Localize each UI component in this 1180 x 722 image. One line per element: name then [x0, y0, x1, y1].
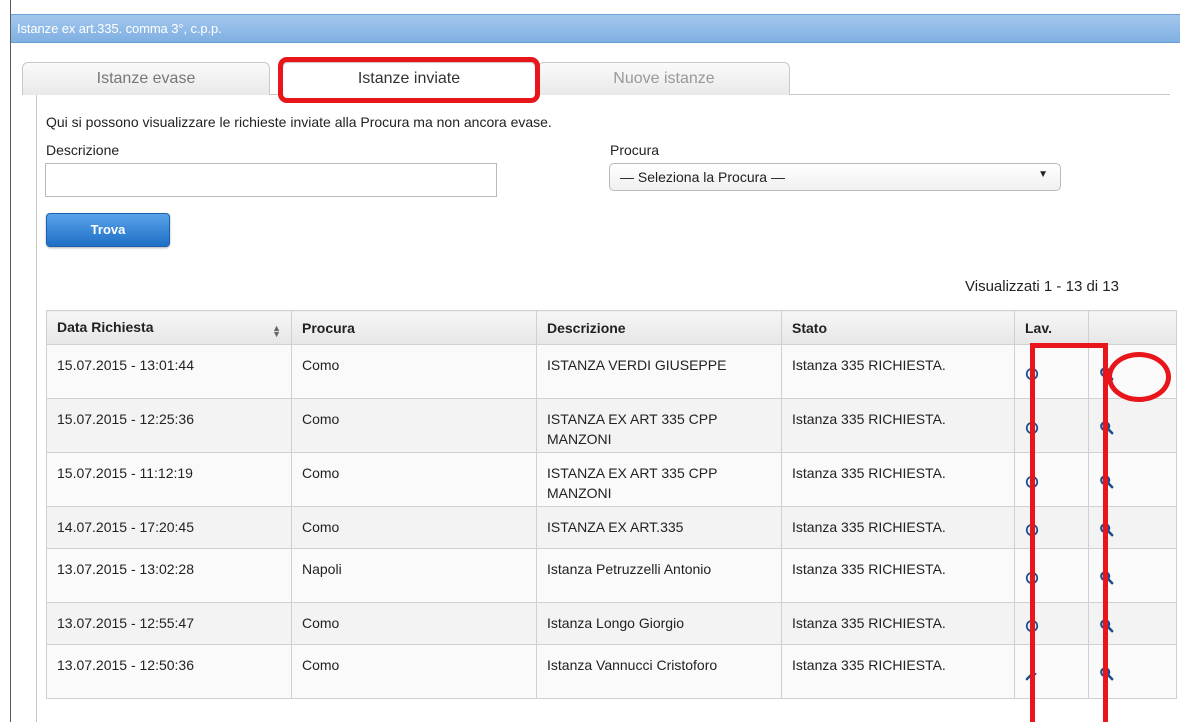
cell-date: 13.07.2015 - 12:50:36: [46, 644, 292, 699]
column-header-stato[interactable]: Stato: [781, 310, 1015, 345]
table-row: 14.07.2015 - 17:20:45 Como ISTANZA EX ART.…: [46, 506, 1177, 549]
cell-descrizione: Istanza Petruzzelli Antonio: [536, 548, 782, 603]
cell-date: 15.07.2015 - 12:25:36: [46, 398, 292, 453]
highlight-tab-annotation: [278, 57, 540, 103]
cell-procura: Napoli: [291, 548, 537, 603]
cell-descrizione: Istanza Longo Giorgio: [536, 602, 782, 645]
procura-selected-value: — Seleziona la Procura —: [620, 169, 785, 185]
column-header-date-label: Data Richiesta: [57, 318, 154, 335]
trova-button[interactable]: Trova: [46, 213, 170, 247]
cell-procura: Como: [291, 506, 537, 549]
cell-procura: Como: [291, 644, 537, 699]
cell-stato: Istanza 335 RICHIESTA.: [781, 548, 1015, 603]
cell-descrizione: ISTANZA EX ART.335: [536, 506, 782, 549]
cell-descrizione: ISTANZA EX ART 335 CPP MANZONI: [536, 398, 782, 453]
tab-istanze-evase[interactable]: Istanze evase: [22, 62, 270, 95]
tab-nuove-istanze[interactable]: Nuove istanze: [538, 62, 790, 95]
cell-date: 13.07.2015 - 12:55:47: [46, 602, 292, 645]
cell-procura: Como: [291, 452, 537, 507]
cell-date: 15.07.2015 - 13:01:44: [46, 344, 292, 399]
table-row: 15.07.2015 - 13:01:44 Como ISTANZA VERDI G…: [46, 344, 1177, 399]
cell-stato: Istanza 335 RICHIESTA.: [781, 644, 1015, 699]
results-table: Data Richiesta ▲ ▼ Procura Descrizione St…: [46, 310, 1177, 699]
procura-select[interactable]: — Seleziona la Procura — ▼: [609, 163, 1061, 191]
cell-descrizione: ISTANZA VERDI GIUSEPPE: [536, 344, 782, 399]
cell-stato: Istanza 335 RICHIESTA.: [781, 602, 1015, 645]
cell-descrizione: ISTANZA EX ART 335 CPP MANZONI: [536, 452, 782, 507]
table-row: 13.07.2015 - 12:55:47 Como Istanza Longo G…: [46, 602, 1177, 645]
table-header-row: Data Richiesta ▲ ▼ Procura Descrizione St…: [46, 310, 1177, 345]
cell-stato: Istanza 335 RICHIESTA.: [781, 398, 1015, 453]
intro-text: Qui si possono visualizzare le richieste…: [46, 114, 552, 130]
cell-stato: Istanza 335 RICHIESTA.: [781, 506, 1015, 549]
procura-label: Procura: [610, 142, 660, 158]
results-count: Visualizzati 1 - 13 di 13: [965, 278, 1119, 295]
cell-date: 14.07.2015 - 17:20:45: [46, 506, 292, 549]
highlight-lav-column-annotation: [1030, 343, 1108, 722]
sort-icon[interactable]: ▲ ▼: [272, 323, 281, 338]
cell-stato: Istanza 335 RICHIESTA.: [781, 344, 1015, 399]
descrizione-label: Descrizione: [46, 142, 120, 158]
window-titlebar: Istanze ex art.335. comma 3°, c.p.p.: [11, 14, 1180, 43]
cell-date: 13.07.2015 - 13:02:28: [46, 548, 292, 603]
cell-procura: Como: [291, 602, 537, 645]
table-row: 15.07.2015 - 11:12:19 Como ISTANZA EX ART …: [46, 452, 1177, 507]
cell-date: 15.07.2015 - 11:12:19: [46, 452, 292, 507]
cell-procura: Como: [291, 344, 537, 399]
table-row: 13.07.2015 - 12:50:36 Como Istanza Vannucc…: [46, 644, 1177, 699]
cell-procura: Como: [291, 398, 537, 453]
column-header-lav: Lav.: [1014, 310, 1089, 345]
window-title: Istanze ex art.335. comma 3°, c.p.p.: [17, 21, 222, 36]
table-row: 13.07.2015 - 13:02:28 Napoli Istanza Petru…: [46, 548, 1177, 603]
descrizione-input[interactable]: [45, 163, 497, 197]
highlight-view-icon-annotation: [1107, 352, 1171, 402]
cell-descrizione: Istanza Vannucci Cristoforo: [536, 644, 782, 699]
table-row: 15.07.2015 - 12:25:36 Como ISTANZA EX ART …: [46, 398, 1177, 453]
cell-stato: Istanza 335 RICHIESTA.: [781, 452, 1015, 507]
column-header-date[interactable]: Data Richiesta ▲ ▼: [46, 310, 292, 345]
column-header-procura[interactable]: Procura: [291, 310, 537, 345]
column-header-view: [1088, 310, 1177, 345]
chevron-down-icon: ▼: [1038, 169, 1048, 180]
column-header-descrizione[interactable]: Descrizione: [536, 310, 782, 345]
